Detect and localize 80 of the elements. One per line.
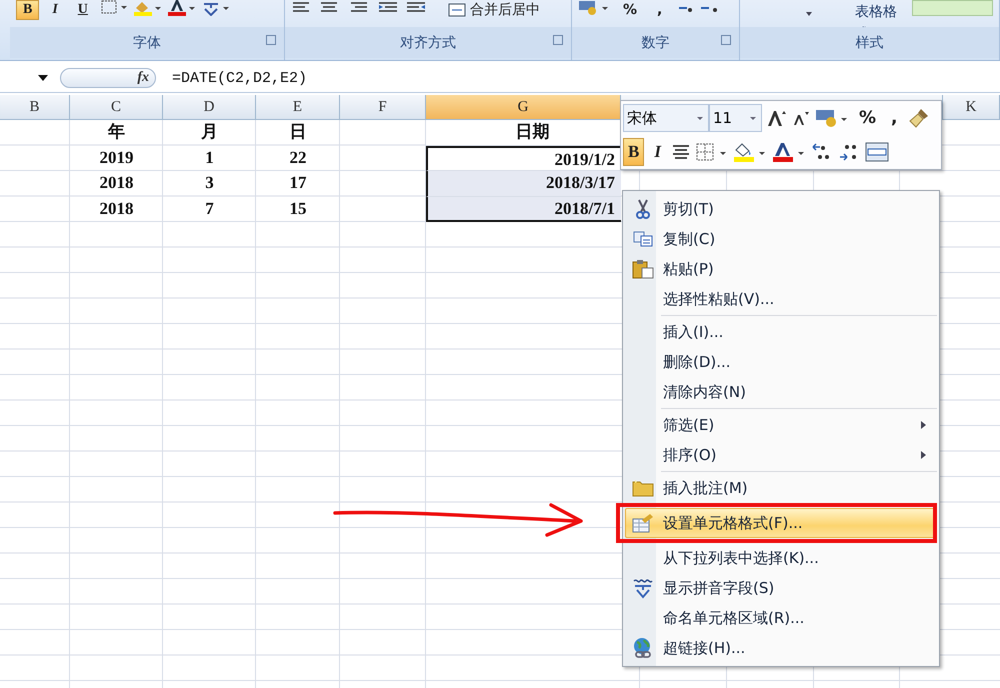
comma-button[interactable]: , [886, 104, 903, 132]
group-label: 数字 [642, 34, 670, 52]
column-header[interactable]: C [70, 95, 163, 119]
table-cell-text: 17 [288, 172, 308, 194]
menu-item[interactable]: 剪切(T) [625, 194, 937, 224]
currency-icon[interactable] [815, 108, 849, 128]
scissors-icon [636, 199, 650, 219]
phonetic-icon [632, 577, 654, 599]
italic-button[interactable]: I [649, 138, 666, 166]
menu-item[interactable]: 排序(O) [625, 440, 937, 470]
table-cell-text: 月 [200, 121, 219, 143]
menu-item[interactable]: 选择性粘贴(V)... [625, 284, 937, 314]
number-format-button[interactable]: , [650, 0, 670, 20]
column-header[interactable]: E [256, 95, 340, 119]
merge-cells-icon[interactable] [864, 142, 889, 162]
table-cell: 日期 [426, 120, 621, 146]
font-color-icon[interactable] [772, 142, 806, 162]
function-button[interactable]: fx [60, 68, 156, 88]
center-align-icon[interactable] [670, 144, 691, 160]
fill-color-icon[interactable] [732, 142, 767, 162]
globe-link-icon [632, 637, 654, 659]
format-button[interactable]: I [45, 0, 65, 20]
format-button[interactable]: B [16, 0, 40, 20]
menu-item[interactable]: 删除(D)... [625, 347, 937, 377]
number-format-button[interactable]: % [616, 0, 644, 20]
menu-item[interactable]: 命名单元格区域(R)... [625, 603, 937, 633]
menu-item[interactable]: 插入批注(M) [625, 473, 937, 503]
bold-button[interactable]: B [623, 138, 644, 166]
table-cell-text: 15 [288, 198, 308, 220]
shrink-font-icon[interactable] [792, 110, 810, 126]
table-cell-text: 2018 [98, 172, 134, 194]
table-cell: 2018/7/1 [426, 196, 621, 222]
format-painter-icon[interactable] [908, 107, 930, 130]
merge-cells-icon [448, 3, 466, 17]
format-button[interactable]: U [70, 0, 95, 20]
currency-icon[interactable] [578, 0, 610, 16]
menu-item[interactable]: 插入(I)... [625, 317, 937, 347]
table-cell-text: 3 [204, 172, 215, 194]
table-cell-text: 7 [204, 198, 215, 220]
folder-icon [632, 479, 654, 497]
dialog-launcher-icon[interactable] [721, 35, 731, 45]
menu-item[interactable]: 从下拉列表中选择(K)... [625, 543, 937, 573]
caret-icon[interactable] [806, 12, 812, 16]
group-label: 对齐方式 [400, 34, 456, 52]
menu-item[interactable]: 筛选(E) [625, 410, 937, 440]
borders-icon[interactable] [696, 142, 728, 161]
menu-item[interactable]: 显示拼音字段(S) [625, 573, 937, 603]
grow-font-icon[interactable] [767, 109, 787, 128]
group-label: 字体 [133, 34, 161, 52]
format-cells-icon [632, 513, 654, 533]
table-cell-text: 年 [106, 121, 126, 143]
formula-field[interactable]: =DATE(C2,D2,E2) [168, 70, 312, 86]
fill-color-icon[interactable] [132, 0, 161, 16]
column-header[interactable]: B [0, 95, 70, 119]
column-header[interactable]: D [163, 95, 256, 119]
column-header[interactable]: G [426, 95, 621, 119]
table-cell: 2018/3/17 [426, 171, 621, 196]
copy-icon [632, 231, 652, 247]
borders-icon[interactable] [100, 0, 127, 14]
dialog-launcher-icon[interactable] [553, 35, 563, 45]
table-cell-text: 2019 [98, 146, 134, 168]
name-box-dropdown-icon[interactable] [38, 75, 48, 81]
group-label: 样式 [856, 34, 884, 52]
table-cell-text: 日 [288, 121, 308, 143]
menu-item[interactable]: 清除内容(N) [625, 377, 937, 407]
table-format-button[interactable]: 表格格 [848, 0, 906, 24]
dialog-launcher-icon[interactable] [266, 35, 276, 45]
font-color-icon[interactable] [166, 0, 195, 16]
merge-center-button[interactable]: 合并后居中 [441, 0, 547, 20]
menu-item[interactable]: 复制(C) [625, 224, 937, 254]
percent-button[interactable]: % [854, 104, 882, 132]
table-cell-text: 1 [204, 146, 215, 168]
menu-item[interactable]: 粘贴(P) [625, 254, 937, 284]
clipboard-icon [632, 259, 654, 279]
font-size-field[interactable]: 11 [709, 104, 762, 132]
menu-item[interactable]: 超链接(H)... [625, 633, 937, 663]
table-cell-text: 2018 [98, 198, 134, 220]
table-cell: 2019/1/2 [426, 146, 621, 171]
table-cell-text: 22 [288, 146, 308, 168]
font-field[interactable]: 宋体 [623, 104, 709, 132]
